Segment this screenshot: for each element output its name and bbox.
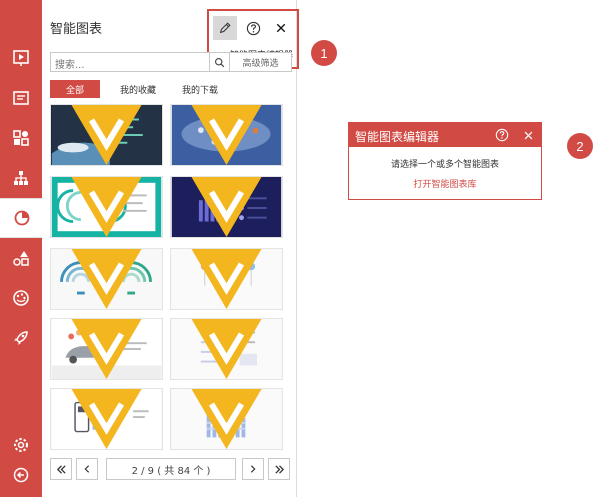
shapes-grid-icon[interactable]	[0, 118, 42, 158]
help-button[interactable]	[241, 16, 265, 40]
editor-message: 请选择一个或多个智能图表	[390, 160, 499, 170]
text-box-icon[interactable]	[0, 78, 42, 118]
search-button[interactable]	[209, 53, 229, 71]
editor-title: 智能图表编辑器	[355, 130, 440, 144]
advanced-filter-button[interactable]: 高级筛选	[230, 52, 292, 72]
question-icon	[246, 21, 260, 35]
settings-icon[interactable]	[0, 430, 42, 460]
double-chevron-left-icon	[56, 464, 66, 474]
template-thumbnail[interactable]	[170, 176, 283, 238]
tab-downloads[interactable]: 我的下载	[172, 80, 228, 98]
template-thumbnail[interactable]	[170, 104, 283, 166]
slideshow-icon[interactable]	[0, 38, 42, 78]
callout-badge-2: 2	[567, 133, 593, 159]
shapes-icon[interactable]	[0, 238, 42, 278]
editor-header: 智能图表编辑器	[349, 123, 541, 147]
first-page-button[interactable]	[50, 458, 72, 480]
vip-gem-icon	[71, 249, 142, 309]
page-indicator[interactable]: 2 / 9 ( 共 84 个 )	[106, 458, 236, 480]
chevron-right-icon	[250, 465, 256, 473]
search-icon	[215, 57, 225, 67]
template-thumbnail[interactable]	[50, 318, 163, 380]
tab-all[interactable]: 全部	[50, 80, 100, 98]
template-thumbnail[interactable]	[170, 388, 283, 450]
smart-chart-editor-dialog: 智能图表编辑器 请选择一个或多个智能图表 打开智能图表库	[348, 122, 542, 200]
pagination: 2 / 9 ( 共 84 个 )	[50, 458, 290, 480]
vip-gem-icon	[71, 319, 142, 379]
chevron-left-icon	[84, 465, 90, 473]
callout-badge-1: 1	[311, 40, 337, 66]
close-icon	[276, 23, 286, 33]
edit-button[interactable]	[213, 16, 237, 40]
search-box	[50, 52, 230, 75]
search-input[interactable]	[51, 56, 201, 75]
prev-page-button[interactable]	[76, 458, 98, 480]
template-thumbnail[interactable]	[50, 388, 163, 450]
vip-gem-icon	[191, 389, 262, 449]
template-thumbnail[interactable]	[50, 176, 163, 238]
org-chart-icon[interactable]	[0, 158, 42, 198]
template-thumbnail[interactable]	[170, 248, 283, 310]
template-thumbnail[interactable]	[50, 248, 163, 310]
template-grid	[50, 104, 290, 450]
vip-gem-icon	[191, 177, 262, 237]
left-toolbar	[0, 0, 44, 497]
template-thumbnail[interactable]	[170, 318, 283, 380]
editor-help-button[interactable]	[493, 126, 511, 144]
panel-title: 智能图表	[50, 22, 103, 37]
palette-icon[interactable]	[0, 278, 42, 318]
editor-close-button[interactable]	[519, 126, 537, 144]
question-icon	[495, 128, 509, 142]
last-page-button[interactable]	[268, 458, 290, 480]
next-page-button[interactable]	[242, 458, 264, 480]
template-thumbnail[interactable]	[50, 104, 163, 166]
vip-gem-icon	[191, 249, 262, 309]
vip-gem-icon	[71, 389, 142, 449]
rocket-icon[interactable]	[0, 318, 42, 358]
vip-gem-icon	[191, 319, 262, 379]
collapse-icon[interactable]	[0, 460, 42, 490]
pencil-icon	[219, 22, 231, 34]
double-chevron-right-icon	[274, 464, 284, 474]
vip-gem-icon	[191, 105, 262, 165]
vip-gem-icon	[71, 105, 142, 165]
vip-gem-icon	[71, 177, 142, 237]
close-button[interactable]	[269, 16, 293, 40]
close-icon	[524, 131, 532, 139]
smart-chart-panel: 智能图表 智能图表编辑器 高级筛选 全部 我的收藏 我的下载	[42, 0, 299, 497]
tab-favorites[interactable]: 我的收藏	[110, 80, 166, 98]
open-chart-library-link[interactable]: 打开智能图表库	[349, 177, 541, 190]
smart-chart-icon[interactable]	[0, 198, 44, 238]
